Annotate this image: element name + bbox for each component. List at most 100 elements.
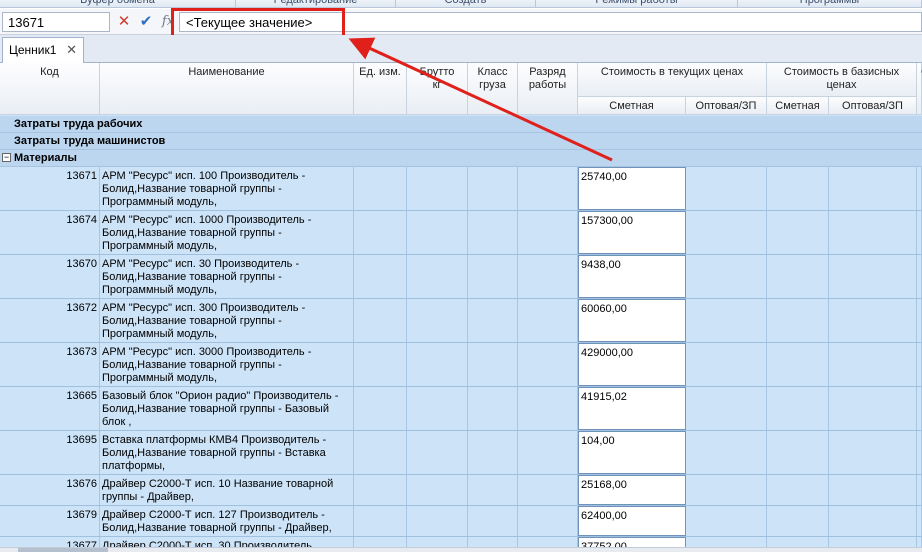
cell-base-wholesale[interactable] [829,537,917,547]
cell-base-wholesale[interactable] [829,431,917,474]
cell-base-wholesale[interactable] [829,343,917,386]
cell-code[interactable]: 13695 [0,431,100,474]
cell-name[interactable]: Базовый блок "Орион радио" Производитель… [100,387,354,430]
cell-current-estimate[interactable]: 60060,00 [578,299,686,342]
cell-current-wholesale[interactable] [686,387,767,430]
ribbon-group-programs[interactable]: Программы [738,0,922,7]
cell-grade[interactable] [518,537,578,547]
cell-current-wholesale[interactable] [686,475,767,505]
cell-current-wholesale[interactable] [686,167,767,210]
table-row[interactable]: 13677 Драйвер С2000-Т исп. 30 Производите… [0,537,922,547]
cell-grade[interactable] [518,506,578,536]
cell-current-wholesale[interactable] [686,211,767,254]
cell-grade[interactable] [518,299,578,342]
table-row[interactable]: 13673 АРМ "Ресурс" исп. 3000 Производител… [0,343,922,387]
close-icon[interactable]: ✕ [66,42,77,58]
cell-grade[interactable] [518,475,578,505]
cell-extra[interactable] [917,211,922,254]
ribbon-group-modes[interactable]: Режимы работы [536,0,738,7]
cell-brutto[interactable] [407,255,468,298]
horizontal-scrollbar[interactable] [0,547,922,552]
cell-unit[interactable] [354,537,407,547]
cell-class[interactable] [468,299,518,342]
group-row-materials[interactable]: − Материалы [0,150,922,167]
cell-name[interactable]: АРМ "Ресурс" исп. 300 Производитель - Бо… [100,299,354,342]
column-header-base-prices[interactable]: Стоимость в базисных ценах [767,63,917,97]
tab-cennik1[interactable]: Ценник1 ✕ [2,37,84,63]
cell-current-estimate[interactable]: 25168,00 [578,475,686,505]
cell-brutto[interactable] [407,387,468,430]
cell-current-estimate[interactable]: 62400,00 [578,506,686,536]
column-header-extra[interactable]: С [917,63,922,115]
cell-current-estimate[interactable]: 25740,00 [578,167,686,210]
cell-brutto[interactable] [407,211,468,254]
cell-code[interactable]: 13671 [0,167,100,210]
cell-extra[interactable] [917,475,922,505]
column-header-current-wholesale[interactable]: Оптовая/ЗП [686,97,767,115]
cell-extra[interactable] [917,431,922,474]
cell-class[interactable] [468,211,518,254]
cell-name[interactable]: АРМ "Ресурс" исп. 3000 Производитель - Б… [100,343,354,386]
cell-base-estimate[interactable] [767,431,829,474]
cell-code[interactable]: 13679 [0,506,100,536]
cell-extra[interactable] [917,167,922,210]
cell-code[interactable]: 13674 [0,211,100,254]
cell-brutto[interactable] [407,431,468,474]
cell-brutto[interactable] [407,343,468,386]
cell-current-wholesale[interactable] [686,537,767,547]
ribbon-group-clipboard[interactable]: Буфер обмена [0,0,236,7]
cell-unit[interactable] [354,387,407,430]
cell-base-estimate[interactable] [767,299,829,342]
cell-grade[interactable] [518,387,578,430]
cell-extra[interactable] [917,387,922,430]
cell-unit[interactable] [354,211,407,254]
scrollbar-thumb[interactable] [18,548,108,552]
cell-base-wholesale[interactable] [829,475,917,505]
cancel-edit-icon[interactable]: ✕ [115,12,133,32]
column-header-current-estimate[interactable]: Сметная [578,97,686,115]
cell-unit[interactable] [354,475,407,505]
cell-current-wholesale[interactable] [686,343,767,386]
cell-class[interactable] [468,537,518,547]
cell-unit[interactable] [354,343,407,386]
table-row[interactable]: 13676 Драйвер С2000-Т исп. 10 Название то… [0,475,922,506]
table-row[interactable]: 13674 АРМ "Ресурс" исп. 1000 Производител… [0,211,922,255]
cell-extra[interactable] [917,343,922,386]
cell-grade[interactable] [518,255,578,298]
cell-code[interactable]: 13677 [0,537,100,547]
cell-class[interactable] [468,387,518,430]
cell-base-estimate[interactable] [767,167,829,210]
cell-grade[interactable] [518,431,578,474]
cell-current-estimate[interactable]: 104,00 [578,431,686,474]
column-header-grade[interactable]: Разряд работы [518,63,578,115]
cell-base-wholesale[interactable] [829,506,917,536]
cell-current-wholesale[interactable] [686,299,767,342]
cell-current-estimate[interactable]: 37752,00 [578,537,686,547]
cell-base-estimate[interactable] [767,537,829,547]
column-header-class[interactable]: Класс груза [468,63,518,115]
cell-brutto[interactable] [407,506,468,536]
cell-unit[interactable] [354,431,407,474]
cell-current-estimate[interactable]: 41915,02 [578,387,686,430]
cell-brutto[interactable] [407,167,468,210]
cell-class[interactable] [468,431,518,474]
cell-class[interactable] [468,343,518,386]
cell-reference-box[interactable]: 13671 [2,12,110,32]
cell-class[interactable] [468,255,518,298]
group-row-labor[interactable]: Затраты труда рабочих [0,116,922,133]
cell-name[interactable]: АРМ "Ресурс" исп. 100 Производитель - Бо… [100,167,354,210]
cell-base-wholesale[interactable] [829,211,917,254]
cell-current-wholesale[interactable] [686,255,767,298]
cell-base-wholesale[interactable] [829,255,917,298]
cell-extra[interactable] [917,537,922,547]
column-header-base-wholesale[interactable]: Оптовая/ЗП [829,97,917,115]
table-row[interactable]: 13665 Базовый блок "Орион радио" Производ… [0,387,922,431]
cell-current-estimate[interactable]: 157300,00 [578,211,686,254]
table-row[interactable]: 13679 Драйвер С2000-Т исп. 127 Производит… [0,506,922,537]
cell-extra[interactable] [917,255,922,298]
table-row[interactable]: 13672 АРМ "Ресурс" исп. 300 Производитель… [0,299,922,343]
cell-code[interactable]: 13676 [0,475,100,505]
cell-grade[interactable] [518,211,578,254]
cell-code[interactable]: 13665 [0,387,100,430]
collapse-icon[interactable]: − [2,153,11,162]
